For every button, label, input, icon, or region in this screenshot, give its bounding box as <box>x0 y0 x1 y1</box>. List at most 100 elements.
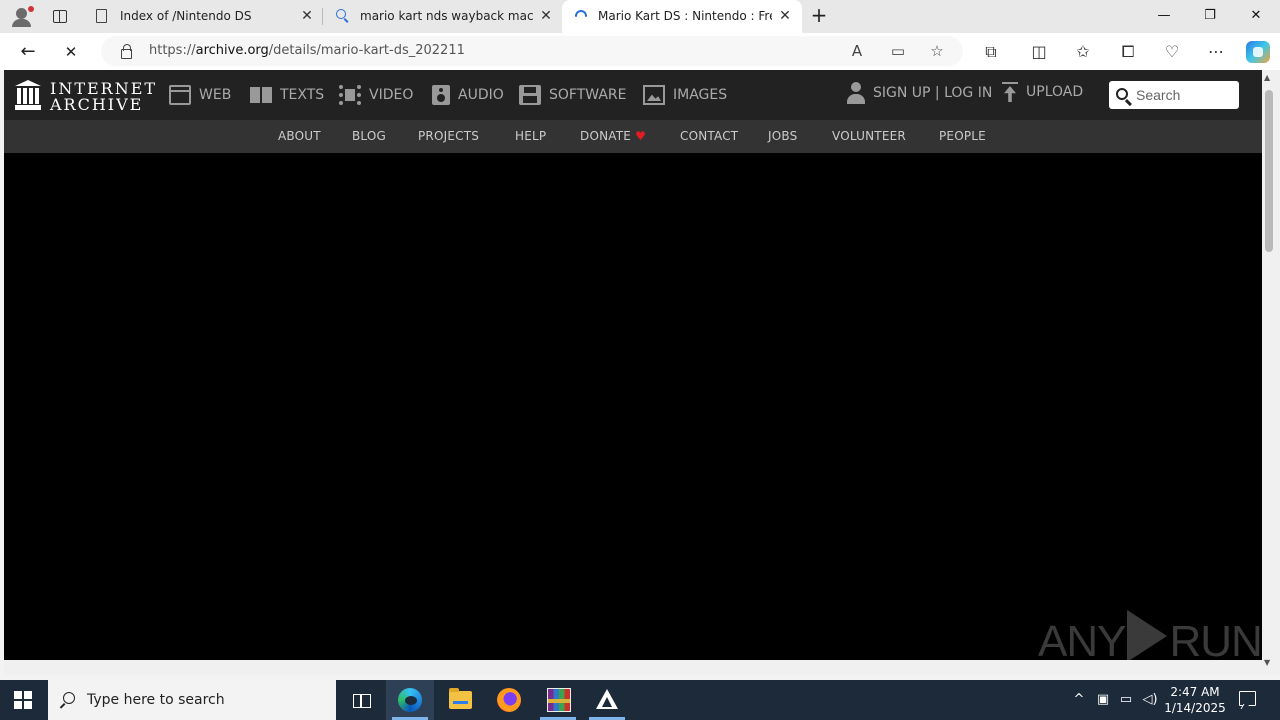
immersive-reader-icon[interactable]: ▭ <box>888 42 908 60</box>
scrollbar-thumb[interactable] <box>1265 90 1273 252</box>
upload-label: UPLOAD <box>1026 84 1084 100</box>
subnav-contact[interactable]: CONTACT <box>680 129 738 143</box>
clock-time: 2:47 AM <box>1170 685 1220 699</box>
play-triangle-icon <box>1127 610 1168 660</box>
browser-toolbar: ← ✕ https://archive.org/details/mario-ka… <box>0 33 1280 70</box>
winrar-icon <box>547 688 571 712</box>
scroll-down-arrow-icon[interactable]: ▼ <box>1264 658 1270 667</box>
profile-avatar-icon[interactable] <box>8 4 36 30</box>
network-icon[interactable]: ▭ <box>1117 691 1135 709</box>
extensions-icon[interactable]: ⧉ <box>980 41 1002 63</box>
address-bar[interactable]: https://archive.org/details/mario-kart-d… <box>101 36 963 66</box>
taskbar-file-explorer[interactable] <box>436 680 484 720</box>
close-window-button[interactable]: ✕ <box>1233 0 1279 32</box>
tab-title: mario kart nds wayback machine <box>360 9 534 23</box>
book-icon <box>250 85 272 105</box>
logo-line-2: ARCHIVE <box>50 95 144 114</box>
task-view-button[interactable] <box>336 680 384 720</box>
browser-tab-strip: Index of /Nintendo DS ✕ mario kart nds w… <box>0 0 1280 33</box>
collections-icon[interactable]: ⧠ <box>1117 41 1139 63</box>
taskbar-triangle-app[interactable] <box>583 680 631 720</box>
nav-label: TEXTS <box>280 87 325 103</box>
stop-loading-button[interactable]: ✕ <box>57 39 85 65</box>
speaker-icon <box>432 85 450 105</box>
page-viewport: INTERNET ARCHIVE WEB TEXTS VIDEO AUDIO S… <box>4 70 1262 660</box>
sign-in-link[interactable]: SIGN UP | LOG IN <box>847 82 992 104</box>
internet-archive-logo[interactable]: INTERNET ARCHIVE <box>12 78 155 114</box>
nav-software[interactable]: SOFTWARE <box>519 82 627 108</box>
ia-search-input[interactable] <box>1136 85 1232 105</box>
clock-date: 1/14/2025 <box>1164 701 1226 715</box>
loading-spinner-icon <box>574 9 588 23</box>
task-view-icon <box>353 692 371 708</box>
windows-start-icon[interactable] <box>14 691 32 709</box>
lock-icon[interactable] <box>120 44 132 59</box>
ia-sub-nav: ABOUT BLOG PROJECTS HELP DONATE ♥ CONTACT… <box>4 120 1262 153</box>
subnav-blog[interactable]: BLOG <box>352 129 386 143</box>
tab-actions-icon[interactable] <box>48 6 72 28</box>
nav-audio[interactable]: AUDIO <box>432 82 504 108</box>
web-icon <box>169 85 191 105</box>
settings-more-icon[interactable]: ⋯ <box>1205 41 1227 63</box>
archive-temple-icon <box>15 80 41 110</box>
restore-button[interactable]: ❐ <box>1187 0 1233 32</box>
search-icon <box>336 9 350 23</box>
taskbar-search-placeholder: Type here to search <box>87 692 225 708</box>
tab-index-nintendo-ds[interactable]: Index of /Nintendo DS ✕ <box>84 0 322 33</box>
close-tab-icon[interactable]: ✕ <box>777 8 793 24</box>
subnav-volunteer[interactable]: VOLUNTEER <box>832 129 906 143</box>
close-tab-icon[interactable]: ✕ <box>299 8 315 24</box>
favorites-icon[interactable]: ✩ <box>1072 41 1094 63</box>
browser-essentials-icon[interactable]: ♡ <box>1161 41 1183 63</box>
film-icon <box>339 85 361 105</box>
notification-center-icon[interactable] <box>1239 691 1256 706</box>
windows-taskbar: Type here to search ^ ▣ ▭ ◁) 2:47 AM 1/1… <box>0 680 1280 720</box>
back-button[interactable]: ← <box>14 39 42 65</box>
subnav-jobs[interactable]: JOBS <box>768 129 797 143</box>
nav-label: WEB <box>199 87 232 103</box>
split-screen-icon[interactable]: ◫ <box>1028 41 1050 63</box>
favorite-star-icon[interactable]: ☆ <box>927 42 947 60</box>
tray-overflow-chevron-icon[interactable]: ^ <box>1070 691 1088 709</box>
floppy-disk-icon <box>519 85 541 105</box>
minimize-button[interactable]: — <box>1141 0 1187 32</box>
nav-texts[interactable]: TEXTS <box>250 82 324 108</box>
subnav-help[interactable]: HELP <box>515 129 546 143</box>
url-text[interactable]: https://archive.org/details/mario-kart-d… <box>149 43 465 58</box>
read-aloud-icon[interactable]: A <box>847 42 867 60</box>
nav-label: IMAGES <box>673 87 728 103</box>
nav-label: AUDIO <box>458 87 504 103</box>
subnav-donate[interactable]: DONATE ♥ <box>580 129 646 143</box>
taskbar-firefox[interactable] <box>485 680 533 720</box>
folder-icon <box>449 688 472 709</box>
new-tab-button[interactable]: + <box>808 5 830 27</box>
subnav-projects[interactable]: PROJECTS <box>418 129 479 143</box>
tab-mario-kart-ds[interactable]: Mario Kart DS : Nintendo : Free D ✕ <box>562 0 802 33</box>
scroll-up-arrow-icon[interactable]: ▲ <box>1264 73 1270 82</box>
nav-images[interactable]: IMAGES <box>643 82 727 108</box>
document-icon <box>96 9 107 23</box>
copilot-icon[interactable] <box>1246 41 1270 63</box>
tab-search-results[interactable]: mario kart nds wayback machine ✕ <box>324 0 561 33</box>
taskbar-search-box[interactable]: Type here to search <box>48 680 336 720</box>
system-clock[interactable]: 2:47 AM 1/14/2025 <box>1164 684 1226 716</box>
ia-search-box[interactable] <box>1109 81 1239 109</box>
triangle-app-icon <box>596 689 618 709</box>
tray-device-icon[interactable]: ▣ <box>1094 691 1112 709</box>
subnav-about[interactable]: ABOUT <box>278 129 321 143</box>
taskbar-edge[interactable] <box>386 680 434 720</box>
edge-browser-icon <box>398 688 422 712</box>
nav-video[interactable]: VIDEO <box>339 82 413 108</box>
nav-web[interactable]: WEB <box>169 82 231 108</box>
upload-icon <box>1002 82 1018 102</box>
image-icon <box>643 85 665 105</box>
heart-icon: ♥ <box>635 129 647 143</box>
search-icon <box>63 692 75 704</box>
upload-link[interactable]: UPLOAD <box>1002 82 1083 102</box>
subnav-people[interactable]: PEOPLE <box>939 129 986 143</box>
close-tab-icon[interactable]: ✕ <box>538 8 554 24</box>
volume-icon[interactable]: ◁) <box>1141 691 1159 709</box>
signin-label: SIGN UP | LOG IN <box>873 85 993 101</box>
taskbar-winrar[interactable] <box>534 680 582 720</box>
search-icon[interactable] <box>1116 88 1128 100</box>
